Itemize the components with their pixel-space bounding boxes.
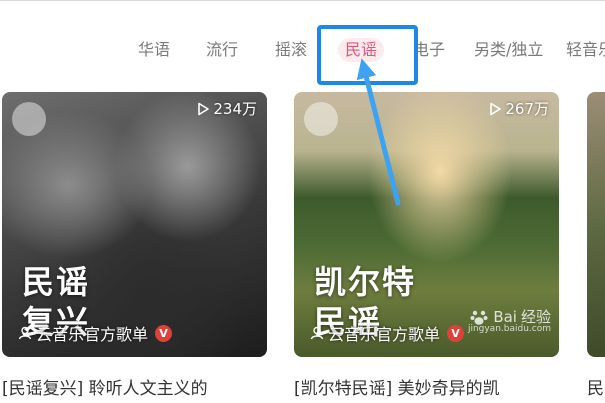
tab-huayu[interactable]: 华语 <box>138 38 170 62</box>
playlist-caption[interactable]: [民谣复兴] 聆听人文主义的 <box>2 374 267 399</box>
play-count: 267万 <box>488 98 549 119</box>
play-count-value: 234万 <box>213 100 257 118</box>
playlist-caption[interactable]: [凯尔特民谣] 美妙奇异的凯 <box>294 374 559 399</box>
playlist-card[interactable] <box>587 92 605 357</box>
watermark-text: Bai <box>493 307 517 326</box>
top-divider <box>0 0 605 1</box>
playlist-card[interactable]: 267万 凯尔特 民谣 云音乐官方歌单 V Bai 经验 jingyan.bai… <box>294 92 559 357</box>
netease-logo-icon <box>304 102 338 136</box>
tab-linglei-duli[interactable]: 另类/独立 <box>474 38 543 62</box>
playlist-creator: 云音乐官方歌单 V <box>18 321 173 345</box>
playlist-card[interactable]: 234万 民谣 复兴 云音乐官方歌单 V <box>2 92 267 357</box>
tab-qingyinyue[interactable]: 轻音乐 <box>566 38 605 62</box>
playlist-caption[interactable]: 民 <box>587 374 605 399</box>
verified-badge-icon: V <box>447 324 465 342</box>
user-icon <box>310 326 324 340</box>
play-icon <box>490 102 502 115</box>
genre-tabs: 华语 流行 摇滚 民谣 电子 另类/独立 轻音乐 <box>0 38 605 62</box>
tab-liuxing[interactable]: 流行 <box>206 38 238 62</box>
netease-logo-icon <box>12 102 46 136</box>
play-count: 234万 <box>196 98 257 119</box>
user-icon <box>18 326 32 340</box>
baidu-watermark: Bai 经验 jingyan.baidu.com <box>468 306 551 335</box>
creator-name: 云音乐官方歌单 <box>328 325 441 344</box>
play-count-value: 267万 <box>505 100 549 118</box>
playlist-creator: 云音乐官方歌单 V <box>310 321 465 345</box>
watermark-url: jingyan.baidu.com <box>467 324 551 334</box>
tab-dianzi[interactable]: 电子 <box>413 38 445 62</box>
play-icon <box>198 102 210 115</box>
tab-yaogun[interactable]: 摇滚 <box>275 38 307 62</box>
verified-badge-icon: V <box>155 324 173 342</box>
creator-name: 云音乐官方歌单 <box>36 325 149 344</box>
tab-minyao[interactable]: 民谣 <box>338 38 385 62</box>
